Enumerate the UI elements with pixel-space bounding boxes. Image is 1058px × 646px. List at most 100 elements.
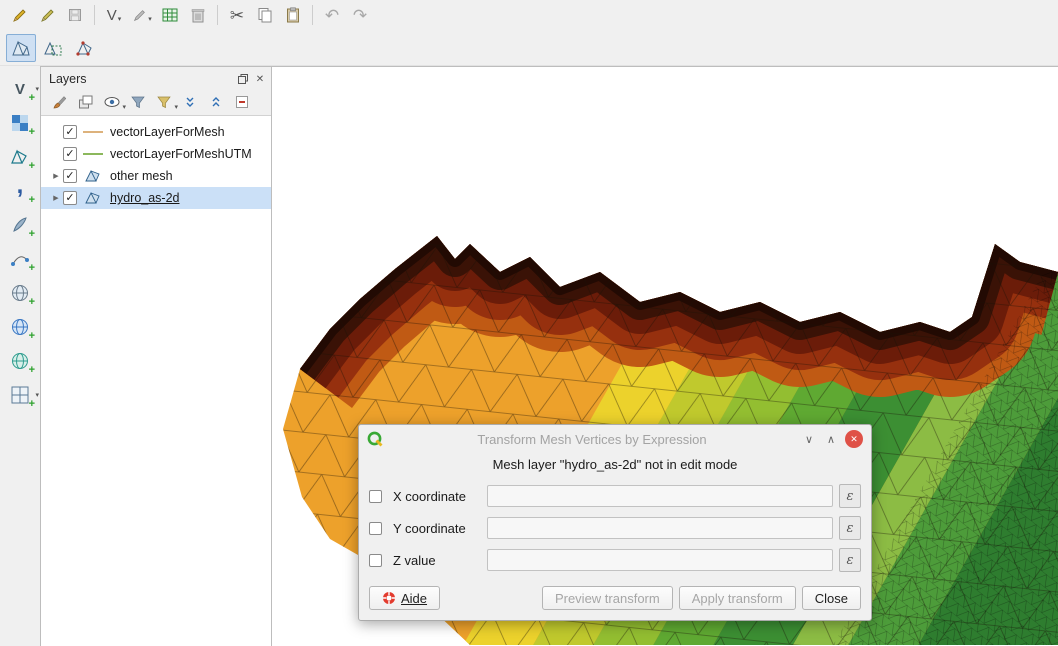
layers-panel-title: Layers <box>49 72 233 86</box>
layer-visibility-checkbox[interactable]: ✓ <box>63 191 77 205</box>
filter-legend-button[interactable] <box>127 91 149 113</box>
globe-icon <box>11 284 29 302</box>
close-panel-button[interactable]: ✕ <box>253 72 267 86</box>
map-canvas[interactable]: Transform Mesh Vertices by Expression ∨ … <box>272 66 1058 646</box>
digitize-mesh-elements-button[interactable] <box>6 34 36 62</box>
current-edits-button[interactable] <box>6 3 32 27</box>
toggle-editing-button[interactable] <box>34 3 60 27</box>
float-panel-button[interactable] <box>236 72 250 86</box>
expand-all-button[interactable] <box>179 91 201 113</box>
layer-row[interactable]: ▶ ✓ other mesh <box>41 165 271 187</box>
globe-icon <box>11 352 29 370</box>
z-expression-builder-button[interactable]: ε <box>839 548 861 572</box>
add-spatialite-layer-button[interactable]: + <box>5 212 35 238</box>
layers-panel-toolbar: ▾ ▾ <box>41 89 271 115</box>
paste-features-button[interactable] <box>280 3 306 27</box>
preview-transform-label: Preview transform <box>555 591 660 606</box>
mesh-symbol <box>82 168 104 184</box>
z-expression-input[interactable] <box>487 549 833 571</box>
apply-transform-label: Apply transform <box>692 591 783 606</box>
expander-collapsed-icon[interactable]: ▶ <box>49 194 63 202</box>
remove-layer-button[interactable] <box>231 91 253 113</box>
collapse-all-icon <box>209 95 223 109</box>
toolbar-separator <box>94 5 95 25</box>
layer-row-selected[interactable]: ▶ ✓ hydro_as-2d <box>41 187 271 209</box>
undo-button[interactable]: ↶ <box>319 3 345 27</box>
close-button[interactable]: Close <box>802 586 861 610</box>
chevron-down-icon[interactable]: ∨ <box>801 433 817 446</box>
epsilon-icon: ε <box>847 489 854 504</box>
add-wms-layer-button[interactable]: + <box>5 280 35 306</box>
delete-selected-button[interactable] <box>185 3 211 27</box>
dialog-close-button[interactable]: ✕ <box>845 430 863 448</box>
feather-icon <box>11 216 29 234</box>
x-coordinate-checkbox[interactable] <box>369 490 382 503</box>
y-coordinate-label-group: Y coordinate <box>369 521 481 536</box>
trash-icon <box>191 7 205 23</box>
mesh-transform-icon <box>75 38 95 58</box>
qgis-logo-icon <box>367 431 383 447</box>
x-expression-input[interactable] <box>487 485 833 507</box>
layer-row[interactable]: ✓ vectorLayerForMeshUTM <box>41 143 271 165</box>
pencil-icon <box>39 7 56 24</box>
dialog-title-bar[interactable]: Transform Mesh Vertices by Expression ∨ … <box>359 425 871 453</box>
transform-mesh-vertices-dialog: Transform Mesh Vertices by Expression ∨ … <box>358 424 872 621</box>
layer-visibility-checkbox[interactable]: ✓ <box>63 125 77 139</box>
epsilon-icon: ε <box>847 521 854 536</box>
layer-visibility-checkbox[interactable]: ✓ <box>63 169 77 183</box>
dropdown-caret-icon: ▾ <box>148 15 152 26</box>
collapse-all-button[interactable] <box>205 91 227 113</box>
y-expression-input[interactable] <box>487 517 833 539</box>
layer-visibility-checkbox[interactable]: ✓ <box>63 147 77 161</box>
add-virtual-layer-button[interactable]: + <box>5 246 35 272</box>
mesh-icon <box>85 168 101 184</box>
help-button[interactable]: Aide <box>369 586 440 610</box>
y-expression-builder-button[interactable]: ε <box>839 516 861 540</box>
digitize-segment-button[interactable]: ▾ <box>129 3 155 27</box>
plus-icon: + <box>29 365 35 376</box>
x-expression-builder-button[interactable]: ε <box>839 484 861 508</box>
preview-transform-button[interactable]: Preview transform <box>542 586 673 610</box>
layers-panel-header[interactable]: Layers ✕ <box>41 67 271 89</box>
add-wcs-layer-button[interactable]: + <box>5 348 35 374</box>
select-mesh-elements-button[interactable] <box>38 34 68 62</box>
filter-legend-by-expression-button[interactable]: ▾ <box>153 91 175 113</box>
line-symbol <box>82 131 104 133</box>
save-icon <box>67 7 83 23</box>
add-vector-tile-layer-button[interactable]: + ▾ <box>5 382 35 408</box>
vertex-tool-button[interactable]: V ▾ <box>101 3 127 27</box>
add-group-button[interactable] <box>75 91 97 113</box>
plus-icon: + <box>29 229 35 240</box>
transform-mesh-vertices-button[interactable] <box>70 34 100 62</box>
help-button-label: Aide <box>401 591 427 606</box>
add-wfs-layer-button[interactable]: + <box>5 314 35 340</box>
redo-button[interactable]: ↷ <box>347 3 373 27</box>
attributes-table-button[interactable] <box>157 3 183 27</box>
add-delimited-text-layer-button[interactable]: , + <box>5 178 35 204</box>
copy-features-button[interactable] <box>252 3 278 27</box>
y-coordinate-checkbox[interactable] <box>369 522 382 535</box>
layer-row[interactable]: ✓ vectorLayerForMesh <box>41 121 271 143</box>
cut-features-button[interactable]: ✂ <box>224 3 250 27</box>
dropdown-caret-icon: ▾ <box>35 85 39 93</box>
add-vector-layer-button[interactable]: V + ▾ <box>5 76 35 102</box>
z-value-checkbox[interactable] <box>369 554 382 567</box>
vector-layer-icon: V <box>15 81 25 98</box>
raster-checkerboard-icon <box>11 114 29 132</box>
scissors-icon: ✂ <box>230 7 244 24</box>
save-edits-button[interactable] <box>62 3 88 27</box>
add-group-icon <box>78 94 94 110</box>
apply-transform-button[interactable]: Apply transform <box>679 586 796 610</box>
epsilon-icon: ε <box>847 553 854 568</box>
open-layer-styling-button[interactable] <box>49 91 71 113</box>
undo-icon: ↶ <box>325 7 339 24</box>
mesh-digitize-icon <box>11 38 31 58</box>
manage-map-themes-button[interactable]: ▾ <box>101 91 123 113</box>
add-mesh-layer-button[interactable]: + <box>5 144 35 170</box>
expander-collapsed-icon[interactable]: ▶ <box>49 172 63 180</box>
add-raster-layer-button[interactable]: + <box>5 110 35 136</box>
chevron-up-icon[interactable]: ∧ <box>823 433 839 446</box>
plus-icon: + <box>29 161 35 172</box>
pencil-icon <box>11 7 28 24</box>
x-coordinate-label: X coordinate <box>393 489 466 504</box>
